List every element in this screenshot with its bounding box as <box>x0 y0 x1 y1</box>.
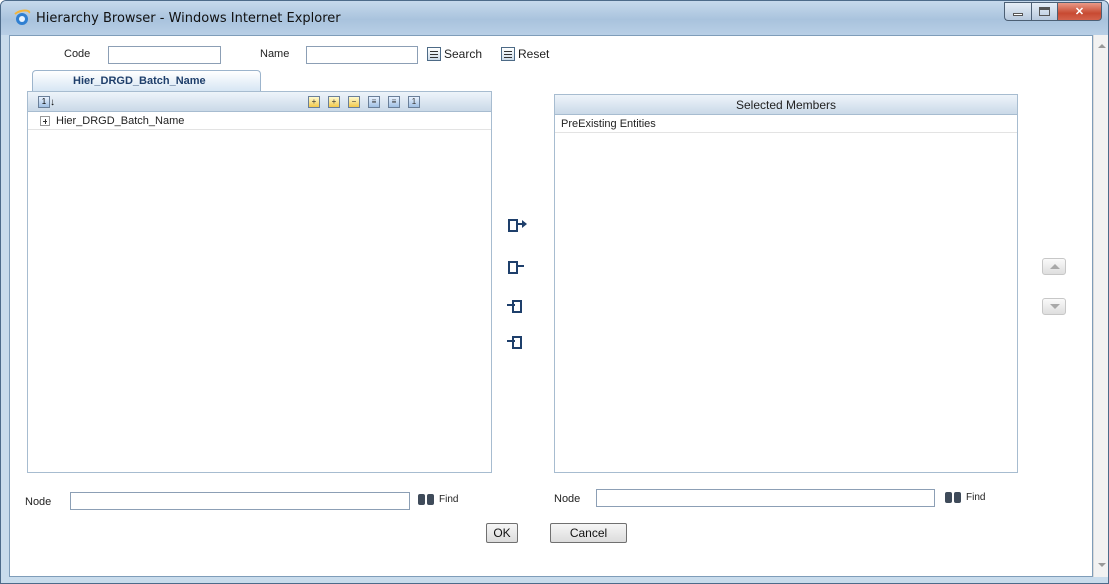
selected-members-panel: Selected Members PreExisting Entities <box>554 94 1018 473</box>
binoculars-icon <box>417 492 437 506</box>
maximize-button[interactable] <box>1031 2 1057 21</box>
level-icon[interactable]: 1 <box>408 96 420 108</box>
reset-label: Reset <box>518 47 550 61</box>
select-all-arrow-icon <box>516 265 524 267</box>
move-down-icon <box>1050 304 1060 309</box>
select-all-button[interactable] <box>506 259 524 277</box>
left-find-button[interactable]: Find <box>417 492 458 506</box>
sort-numeric-icon: 1 <box>38 96 50 108</box>
right-find-button[interactable]: Find <box>944 490 985 504</box>
expand-branch-icon[interactable]: + <box>328 96 340 108</box>
binoculars-icon <box>944 490 964 504</box>
code-input[interactable] <box>108 46 221 64</box>
maximize-icon <box>1039 7 1050 16</box>
select-arrowhead-icon <box>522 220 527 228</box>
select-icon <box>508 219 518 232</box>
cancel-button[interactable]: Cancel <box>550 523 627 543</box>
scroll-up-icon[interactable] <box>1098 44 1106 48</box>
code-label: Code <box>64 48 91 60</box>
name-label: Name <box>260 48 290 60</box>
sort-arrow-icon: ↓ <box>50 96 55 108</box>
right-find-label: Find <box>966 491 986 503</box>
sort-button[interactable]: 1 ↓ <box>38 96 55 108</box>
close-button[interactable]: ✕ <box>1057 2 1102 21</box>
hierarchy-browser-window: Hierarchy Browser - Windows Internet Exp… <box>0 0 1109 584</box>
name-input[interactable] <box>306 46 418 64</box>
deselect-all-button[interactable] <box>506 334 524 352</box>
tree-node[interactable]: Hier_DRGD_Batch_Name <box>28 112 491 130</box>
selected-members-header: Selected Members <box>735 98 837 112</box>
move-down-button[interactable] <box>1042 298 1066 315</box>
search-label: Search <box>444 47 483 61</box>
left-node-label: Node <box>25 496 52 508</box>
close-icon: ✕ <box>1074 6 1085 18</box>
tab-hierarchy[interactable]: Hier_DRGD_Batch_Name <box>32 70 261 91</box>
search-button[interactable]: Search <box>427 47 482 61</box>
expand-icon[interactable]: + <box>308 96 320 108</box>
left-node-input[interactable] <box>70 492 410 510</box>
reset-icon <box>501 47 515 61</box>
hierarchy-tree-panel: 1 ↓ + + − ≡ ≡ 1 Hier_DRGD_Batch_Name <box>27 91 492 473</box>
show-code-icon[interactable]: ≡ <box>368 96 380 108</box>
minimize-button[interactable] <box>1004 2 1031 21</box>
select-button[interactable] <box>506 217 527 235</box>
right-node-label: Node <box>554 493 581 505</box>
move-up-icon <box>1050 264 1060 269</box>
show-name-icon[interactable]: ≡ <box>388 96 400 108</box>
tree-toolbar: 1 ↓ + + − ≡ ≡ 1 <box>28 92 491 112</box>
window-title: Hierarchy Browser - Windows Internet Exp… <box>36 11 341 26</box>
ok-button[interactable]: OK <box>486 523 518 543</box>
select-all-icon <box>508 261 518 274</box>
selected-members-header-bar: Selected Members <box>555 95 1017 115</box>
deselect-all-icon <box>512 336 522 349</box>
left-find-label: Find <box>439 493 459 505</box>
dialog-content: Code Name Search Reset Hier_DRGD_Batch_N… <box>9 35 1093 577</box>
right-node-input[interactable] <box>596 489 935 507</box>
list-item[interactable]: PreExisting Entities <box>555 115 1017 133</box>
expand-node-icon[interactable] <box>40 115 50 126</box>
scroll-down-icon[interactable] <box>1098 563 1106 567</box>
ie-icon <box>14 9 31 25</box>
deselect-all-arrow-icon <box>507 340 515 342</box>
move-up-button[interactable] <box>1042 258 1066 275</box>
vertical-scrollbar[interactable] <box>1093 35 1108 577</box>
reset-button[interactable]: Reset <box>501 47 549 61</box>
minimize-icon <box>1013 13 1023 16</box>
deselect-arrow-icon <box>507 304 515 306</box>
collapse-branch-icon[interactable]: − <box>348 96 360 108</box>
window-controls: ✕ <box>1004 2 1102 22</box>
title-bar: Hierarchy Browser - Windows Internet Exp… <box>1 1 1108 35</box>
deselect-button[interactable] <box>506 298 524 316</box>
deselect-icon <box>512 300 522 313</box>
tree-node-label: Hier_DRGD_Batch_Name <box>56 114 185 127</box>
search-icon <box>427 47 441 61</box>
